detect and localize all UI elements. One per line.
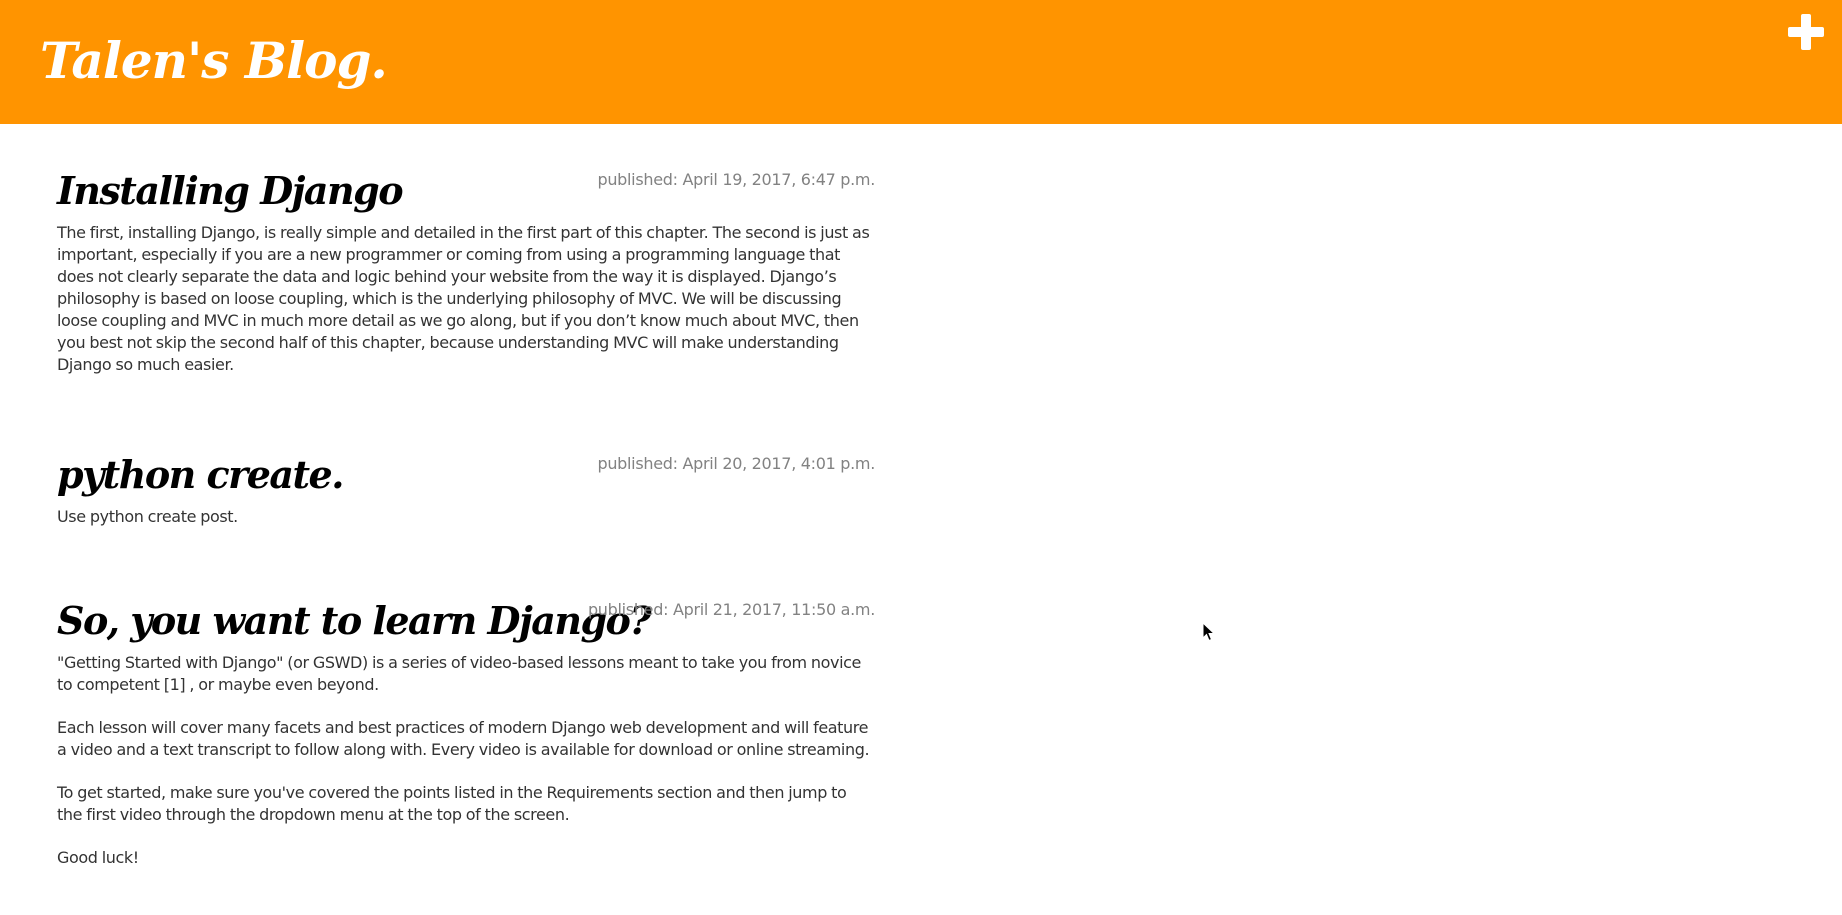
post-body: "Getting Started with Django" (or GSWD) … [57, 652, 875, 869]
post: published: April 20, 2017, 4:01 p.m. pyt… [57, 444, 875, 528]
post: published: April 19, 2017, 6:47 p.m. Ins… [57, 160, 875, 376]
post-paragraph: To get started, make sure you've covered… [57, 783, 847, 824]
post-date: published: April 19, 2017, 6:47 p.m. [597, 170, 875, 189]
post-paragraph: The first, installing Django, is really … [57, 223, 870, 374]
post-body: The first, installing Django, is really … [57, 222, 875, 376]
add-post-button[interactable] [1788, 14, 1824, 50]
post-paragraph: Each lesson will cover many facets and b… [57, 718, 870, 759]
posts-list: published: April 19, 2017, 6:47 p.m. Ins… [57, 160, 875, 915]
post-date: published: April 20, 2017, 4:01 p.m. [597, 454, 875, 473]
post-paragraph: Use python create post. [57, 507, 238, 526]
post: published: April 21, 2017, 11:50 a.m. So… [57, 590, 875, 869]
post-date: published: April 21, 2017, 11:50 a.m. [587, 600, 875, 619]
post-paragraph: "Getting Started with Django" (or GSWD) … [57, 653, 861, 694]
site-title-link[interactable]: Talen's Blog. [40, 26, 388, 96]
post-paragraph: Good luck! [57, 848, 139, 867]
post-body: Use python create post. [57, 506, 875, 528]
page-header: Talen's Blog. [0, 0, 1842, 124]
mouse-pointer-icon [1202, 622, 1216, 642]
